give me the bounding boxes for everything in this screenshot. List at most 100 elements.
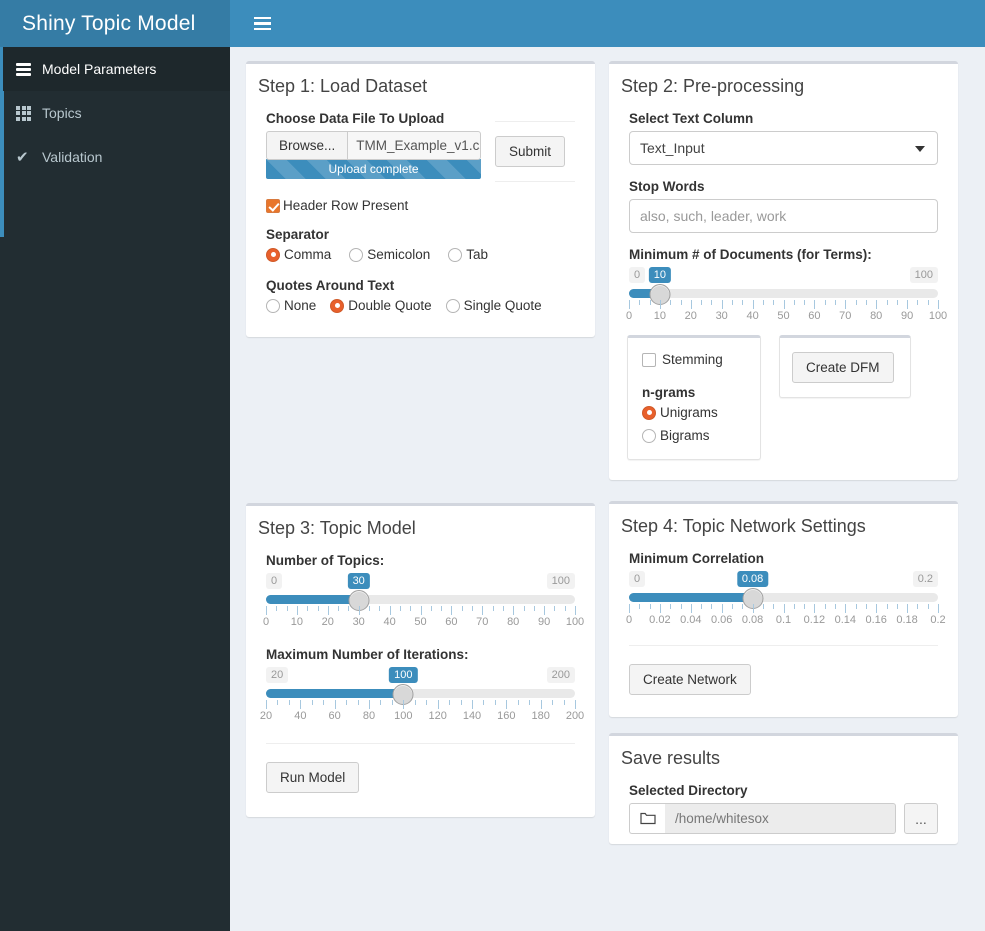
file-input[interactable]: Browse... TMM_Example_v1.csv [266, 131, 481, 160]
slider-ticks [629, 300, 939, 309]
num-topics-group: Number of Topics: 0 100 30 0 10 20 30 40 50 60 70 8… [256, 553, 585, 635]
submit-group: Submit [495, 111, 575, 182]
slider-track[interactable] [629, 289, 938, 298]
step2-panel: Step 2: Pre-processing Select Text Colum… [609, 61, 958, 480]
min-documents-slider[interactable]: 0 100 10 0 10 20 30 40 50 60 70 80 90 100 [625, 267, 948, 329]
min-correlation-slider[interactable]: 0 0.2 0.08 0 0.02 0.04 0.06 0.08 0.1 0.12 0.14 0.16… [625, 571, 946, 633]
radio-separator-comma[interactable]: Comma [266, 247, 331, 262]
stop-words-label: Stop Words [629, 179, 705, 194]
directory-path-value: /home/whitesox [665, 803, 896, 834]
main-content: Step 1: Load Dataset Choose Data File To… [230, 47, 985, 931]
text-column-select[interactable]: Text_Input [629, 131, 938, 165]
browse-directory-button[interactable]: ... [904, 803, 938, 834]
separator-label: Separator [266, 227, 330, 242]
radio-separator-semicolon[interactable]: Semicolon [349, 247, 430, 262]
step1-title: Step 1: Load Dataset [258, 76, 428, 96]
right-column: Step 2: Pre-processing Select Text Colum… [609, 61, 958, 860]
slider-tick-labels: 0 10 20 30 40 50 60 70 80 90 100 [625, 310, 948, 322]
ngrams-label: n-grams [642, 385, 696, 400]
radio-icon [448, 247, 463, 262]
max-iterations-slider[interactable]: 20 200 100 20 40 60 80 100 120 140 160 180 200 [259, 667, 585, 729]
header-row-label: Header Row Present [283, 198, 409, 213]
slider-max-label: 100 [909, 267, 938, 283]
create-network-button[interactable]: Create Network [629, 664, 751, 695]
step4-title: Step 4: Topic Network Settings [621, 516, 866, 536]
radio-selected-icon [642, 405, 656, 420]
stemming-checkbox[interactable]: Stemming [642, 352, 746, 367]
sidebar-item-topics[interactable]: Topics [0, 91, 230, 135]
sidebar: Model Parameters Topics ✔ Validation [0, 47, 230, 931]
sidebar-item-label: Model Parameters [42, 61, 157, 77]
slider-track[interactable] [629, 593, 938, 602]
num-topics-slider[interactable]: 0 100 30 0 10 20 30 40 50 60 70 80 90 100 [263, 573, 584, 635]
radio-unigrams[interactable]: Unigrams [642, 405, 746, 420]
sidebar-item-model-parameters[interactable]: Model Parameters [0, 47, 230, 91]
checkbox-icon [642, 352, 656, 367]
slider-tick-labels: 0 0.02 0.04 0.06 0.08 0.1 0.12 0.14 0.16 0.18 0.2 [625, 614, 946, 626]
text-column-value: Text_Input [640, 140, 705, 156]
sidebar-item-validation[interactable]: ✔ Validation [0, 135, 230, 179]
preprocessing-options: Stemming n-grams Unigrams Bigrams Create… [619, 335, 948, 460]
slider-value-bubble: 30 [347, 573, 370, 589]
step1-panel: Step 1: Load Dataset Choose Data File To… [246, 61, 595, 337]
run-model-button[interactable]: Run Model [266, 762, 360, 793]
create-dfm-well: Create DFM [779, 335, 911, 398]
radio-selected-icon [266, 247, 280, 262]
radio-icon [349, 247, 364, 262]
check-icon: ✔ [16, 148, 29, 166]
left-column: Step 1: Load Dataset Choose Data File To… [246, 61, 595, 833]
slider-tick-labels: 20 40 60 80 100 120 140 160 180 200 [259, 710, 585, 722]
slider-min-label: 20 [266, 667, 289, 683]
separator-group: Separator Comma Semicolon Tab [256, 227, 585, 262]
browse-button[interactable]: Browse... [266, 131, 348, 160]
radio-icon [445, 298, 460, 313]
checkbox-checked-icon [266, 198, 280, 213]
slider-value-bubble: 0.08 [736, 571, 769, 587]
text-column-group: Select Text Column Text_Input [619, 111, 948, 165]
file-name-display: TMM_Example_v1.csv [347, 131, 481, 160]
file-upload-label: Choose Data File To Upload [266, 111, 445, 126]
hamburger-icon[interactable] [244, 0, 280, 47]
slider-min-label: 0 [266, 573, 283, 589]
grid-icon [16, 105, 42, 121]
min-correlation-label: Minimum Correlation [629, 551, 765, 566]
header-row-checkbox[interactable]: Header Row Present [256, 198, 585, 213]
slider-ticks [266, 606, 576, 615]
create-dfm-button[interactable]: Create DFM [792, 352, 894, 383]
selected-directory-label: Selected Directory [629, 783, 748, 798]
slider-ticks [266, 700, 576, 709]
slider-fill [266, 595, 359, 604]
radio-icon [266, 298, 280, 313]
radio-quotes-none[interactable]: None [266, 298, 316, 313]
slider-value-bubble: 100 [389, 667, 418, 683]
app-logo: Shiny Topic Model [0, 0, 230, 47]
slider-min-label: 0 [629, 267, 646, 283]
slider-track[interactable] [266, 595, 575, 604]
radio-quotes-double[interactable]: Double Quote [330, 298, 432, 313]
top-navbar [230, 0, 985, 47]
step3-panel: Step 3: Topic Model Number of Topics: 0 1… [246, 503, 595, 817]
radio-separator-tab[interactable]: Tab [448, 247, 488, 262]
slider-max-label: 0.2 [912, 571, 938, 587]
slider-ticks [629, 604, 939, 613]
folder-icon[interactable] [629, 803, 665, 834]
save-results-panel: Save results Selected Directory /home/wh… [609, 733, 958, 844]
slider-max-label: 100 [546, 573, 575, 589]
radio-selected-icon [330, 298, 345, 313]
file-upload-group: Choose Data File To Upload Browse... TMM… [266, 111, 481, 182]
stop-words-group: Stop Words [619, 179, 948, 233]
quotes-group: Quotes Around Text None Double Quote Sin… [256, 278, 585, 327]
radio-quotes-single[interactable]: Single Quote [445, 298, 542, 313]
stop-words-input[interactable] [629, 199, 938, 233]
num-topics-label: Number of Topics: [266, 553, 385, 568]
step4-panel: Step 4: Topic Network Settings Minimum C… [609, 501, 958, 717]
submit-button[interactable]: Submit [495, 136, 566, 167]
app-header: Shiny Topic Model [0, 0, 985, 47]
slider-track[interactable] [266, 689, 575, 698]
server-icon [16, 62, 42, 76]
slider-max-label: 200 [546, 667, 575, 683]
radio-bigrams[interactable]: Bigrams [642, 428, 746, 443]
tokenize-options-well: Stemming n-grams Unigrams Bigrams [627, 335, 761, 460]
max-iter-group: Maximum Number of Iterations: 20 200 100 20… [256, 647, 585, 729]
step3-title: Step 3: Topic Model [258, 518, 416, 538]
